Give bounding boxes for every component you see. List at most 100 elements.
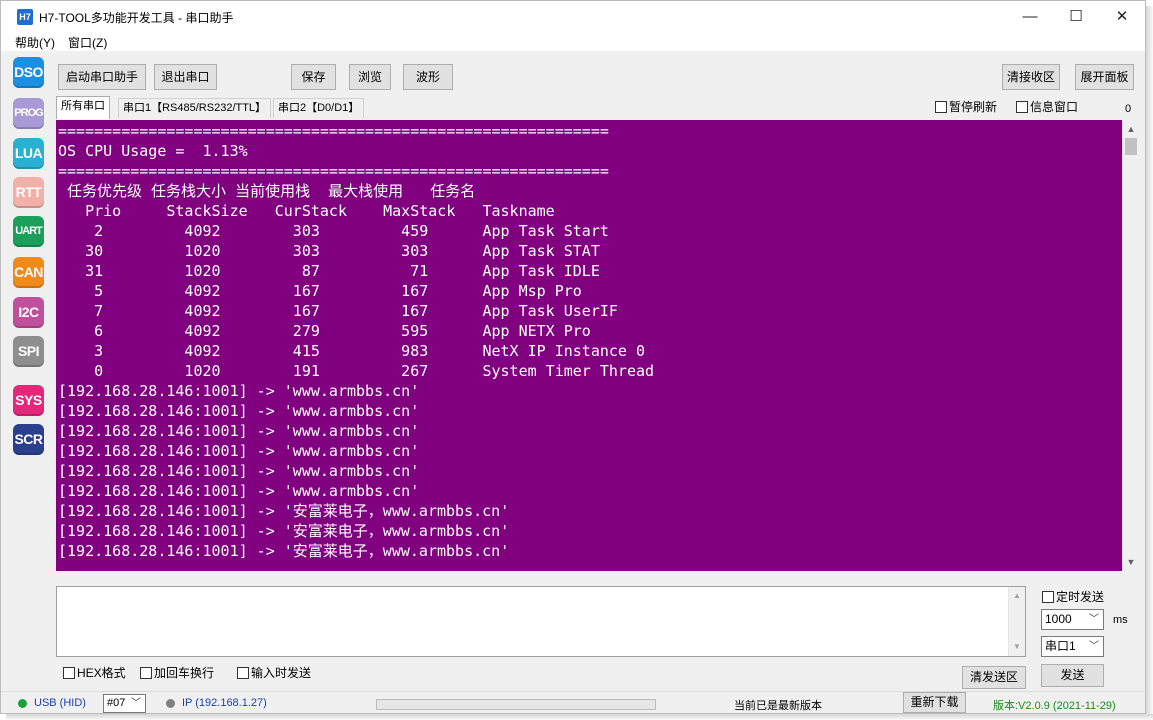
tab-all-ports[interactable]: 所有串口 [56, 96, 110, 119]
sidebar-rtt-button[interactable]: RTT [13, 177, 44, 208]
send-input[interactable]: ▲ ▼ [56, 586, 1026, 657]
terminal-line: 2 4092 303 459 App Task Start [58, 222, 609, 240]
scroll-up-icon[interactable]: ▲ [1009, 591, 1025, 600]
version-text: 版本:V2.0.9 (2021-11-29) [993, 700, 1116, 712]
terminal-scrollbar[interactable]: ▲ ▼ [1122, 120, 1138, 571]
terminal-line: ========================================… [58, 122, 609, 140]
checkbox-box [140, 667, 152, 679]
clear-receive-button[interactable]: 清接收区 [1002, 64, 1060, 90]
terminal-line: [192.168.28.146:1001] -> 'www.armbbs.cn' [58, 402, 420, 420]
menu-bar: 帮助(Y) 窗口(Z) [1, 32, 1145, 51]
hex-format-checkbox[interactable]: HEX格式 [63, 666, 126, 680]
sidebar-scr-button[interactable]: SCR [13, 424, 44, 455]
terminal-line: 任务优先级 任务栈大小 当前使用栈 最大栈使用 任务名 [58, 182, 476, 200]
usb-status-icon [18, 699, 27, 708]
sidebar-can-button[interactable]: CAN [13, 257, 44, 288]
sidebar-prog-button[interactable]: PROG [13, 98, 44, 129]
terminal-line: [192.168.28.146:1001] -> 'www.armbbs.cn' [58, 422, 420, 440]
window-shadow [1146, 6, 1153, 720]
terminal-line: [192.168.28.146:1001] -> '安富莱电子，www.armb… [58, 522, 510, 540]
app-window: H7 H7-TOOL多功能开发工具 - 串口助手 — ☐ ✕ 帮助(Y) 窗口(… [0, 0, 1146, 714]
close-button[interactable]: ✕ [1099, 1, 1145, 32]
chevron-down-icon: ﹀ [1089, 614, 1099, 625]
expand-panel-button[interactable]: 展开面板 [1075, 64, 1134, 90]
usb-status-text: USB (HID) [34, 697, 86, 709]
terminal-line: 3 4092 415 983 NetX IP Instance 0 [58, 342, 645, 360]
exit-serial-button[interactable]: 退出串口 [154, 64, 217, 90]
pause-refresh-label: 暂停刷新 [949, 100, 998, 114]
info-window-label: 信息窗口 [1030, 100, 1079, 114]
sidebar-i2c-button[interactable]: I2C [13, 297, 44, 328]
maximize-button[interactable]: ☐ [1053, 1, 1099, 32]
app-logo-icon: H7 [17, 9, 33, 25]
checkbox-box [1016, 101, 1028, 113]
ms-unit-label: ms [1113, 614, 1128, 626]
send-button[interactable]: 发送 [1041, 664, 1104, 687]
scroll-thumb[interactable] [1125, 138, 1137, 155]
terminal-line: [192.168.28.146:1001] -> 'www.armbbs.cn' [58, 462, 420, 480]
terminal-line: 7 4092 167 167 App Task UserIF [58, 302, 618, 320]
title-bar: H7 H7-TOOL多功能开发工具 - 串口助手 — ☐ ✕ [1, 1, 1145, 32]
terminal-line: [192.168.28.146:1001] -> 'www.armbbs.cn' [58, 442, 420, 460]
terminal-line: 6 4092 279 595 App NETX Pro [58, 322, 591, 340]
scroll-down-icon[interactable]: ▼ [1009, 642, 1025, 651]
send-on-input-label: 输入时发送 [251, 666, 312, 680]
terminal-line: 5 4092 167 167 App Msp Pro [58, 282, 582, 300]
terminal-line: OS CPU Usage = 1.13% [58, 142, 248, 160]
receive-counter: 0 [1125, 103, 1132, 115]
terminal-line: Prio StackSize CurStack MaxStack Tasknam… [58, 202, 555, 220]
send-port-select[interactable]: 串口1 ﹀ [1041, 636, 1104, 657]
menu-window[interactable]: 窗口(Z) [68, 34, 107, 51]
terminal-line: [192.168.28.146:1001] -> 'www.armbbs.cn' [58, 382, 420, 400]
sidebar-spi-button[interactable]: SPI [13, 336, 44, 367]
send-scrollbar[interactable]: ▲ ▼ [1008, 587, 1025, 656]
save-button[interactable]: 保存 [291, 64, 336, 90]
menu-help[interactable]: 帮助(Y) [15, 34, 55, 51]
redownload-button[interactable]: 重新下载 [903, 692, 966, 713]
update-status-text: 当前已是最新版本 [734, 700, 822, 712]
send-on-input-checkbox[interactable]: 输入时发送 [237, 666, 311, 680]
timed-send-label: 定时发送 [1056, 590, 1105, 604]
terminal-line: 0 1020 191 267 System Timer Thread [58, 362, 655, 380]
ip-status-text: IP (192.168.1.27) [182, 697, 267, 709]
checkbox-box [935, 101, 947, 113]
clear-send-button[interactable]: 清发送区 [962, 666, 1026, 689]
download-progress-bar [376, 699, 656, 710]
window-title: H7-TOOL多功能开发工具 - 串口助手 [39, 11, 234, 25]
sidebar-dso-button[interactable]: DSO [13, 57, 44, 88]
send-interval-select[interactable]: 1000 ﹀ [1041, 609, 1104, 630]
terminal-line: [192.168.28.146:1001] -> 'www.armbbs.cn' [58, 482, 420, 500]
minimize-button[interactable]: — [1007, 1, 1053, 32]
pause-refresh-checkbox[interactable]: 暂停刷新 [935, 100, 997, 114]
waveform-button[interactable]: 波形 [403, 64, 453, 90]
terminal-line: ========================================… [58, 162, 609, 180]
send-port-value: 串口1 [1045, 639, 1076, 653]
chevron-down-icon: ﹀ [131, 698, 141, 709]
device-select[interactable]: #07 ﹀ [103, 694, 146, 713]
browse-button[interactable]: 浏览 [349, 64, 391, 90]
checkbox-box [63, 667, 75, 679]
terminal-line: [192.168.28.146:1001] -> '安富莱电子，www.armb… [58, 542, 510, 560]
device-value: #07 [107, 697, 126, 709]
terminal-line: [192.168.28.146:1001] -> '安富莱电子，www.armb… [58, 502, 510, 520]
window-shadow [6, 714, 1153, 720]
status-bar: USB (HID) #07 ﹀ IP (192.168.1.27) 当前已是最新… [1, 691, 1145, 713]
receive-terminal[interactable]: ========================================… [56, 120, 1122, 571]
sidebar-uart-button[interactable]: UART [13, 216, 44, 247]
chevron-down-icon: ﹀ [1089, 641, 1099, 652]
send-interval-value: 1000 [1045, 612, 1072, 626]
crlf-checkbox[interactable]: 加回车换行 [140, 666, 214, 680]
start-serial-button[interactable]: 启动串口助手 [58, 64, 146, 90]
scroll-up-icon[interactable]: ▲ [1123, 121, 1139, 137]
ip-status-icon [166, 699, 175, 708]
scroll-down-icon[interactable]: ▼ [1123, 554, 1139, 570]
timed-send-checkbox[interactable]: 定时发送 [1042, 590, 1104, 604]
checkbox-box [1042, 591, 1054, 603]
crlf-label: 加回车换行 [154, 666, 215, 680]
tab-serial1[interactable]: 串口1【RS485/RS232/TTL】 [118, 98, 272, 118]
sidebar-sys-button[interactable]: SYS [13, 385, 44, 416]
sidebar-lua-button[interactable]: LUA [13, 138, 44, 169]
tab-serial2[interactable]: 串口2【D0/D1】 [273, 98, 365, 118]
info-window-checkbox[interactable]: 信息窗口 [1016, 100, 1078, 114]
hex-format-label: HEX格式 [77, 666, 126, 680]
